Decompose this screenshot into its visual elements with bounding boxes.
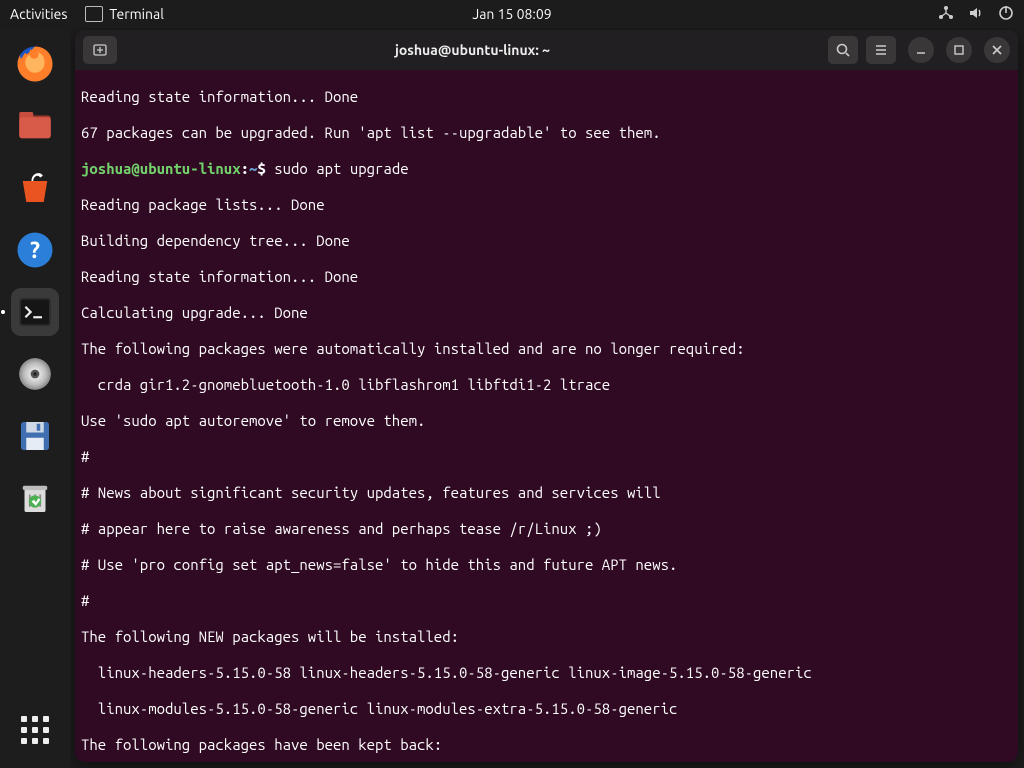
term-line: Calculating upgrade... Done — [75, 304, 1018, 322]
term-line: Use 'sudo apt autoremove' to remove them… — [75, 412, 1018, 430]
app-menu[interactable]: Terminal — [85, 6, 164, 22]
dock-help[interactable]: ? — [11, 226, 59, 274]
power-icon[interactable] — [998, 5, 1014, 24]
term-line: The following packages were automaticall… — [75, 340, 1018, 358]
clock[interactable]: Jan 15 08:09 — [472, 6, 551, 22]
term-line: # Use 'pro config set apt_news=false' to… — [75, 556, 1018, 574]
close-button[interactable] — [984, 37, 1010, 63]
new-tab-button[interactable] — [83, 36, 117, 64]
hamburger-menu-button[interactable] — [866, 36, 896, 64]
term-line: Reading package lists... Done — [75, 196, 1018, 214]
term-line: Reading state information... Done — [75, 88, 1018, 106]
dock-firefox[interactable] — [11, 40, 59, 88]
term-line: Building dependency tree... Done — [75, 232, 1018, 250]
prompt-user-host: joshua@ubuntu-linux — [81, 160, 241, 177]
search-button[interactable] — [828, 36, 858, 64]
dock-terminal[interactable] — [11, 288, 59, 336]
activities-button[interactable]: Activities — [10, 6, 67, 22]
terminal-window: joshua@ubuntu-linux: ~ Reading state inf… — [75, 30, 1018, 762]
volume-icon[interactable] — [968, 5, 984, 24]
apps-grid-icon — [21, 716, 49, 744]
term-line: Reading state information... Done — [75, 268, 1018, 286]
dock-software[interactable] — [11, 164, 59, 212]
svg-text:?: ? — [30, 238, 40, 263]
term-line: # — [75, 592, 1018, 610]
command-text: sudo apt upgrade — [266, 160, 409, 177]
term-line: 67 packages can be upgraded. Run 'apt li… — [75, 124, 1018, 142]
window-titlebar: joshua@ubuntu-linux: ~ — [75, 30, 1018, 70]
term-line: linux-modules-5.15.0-58-generic linux-mo… — [75, 700, 1018, 718]
ubuntu-dock: ? — [0, 28, 70, 768]
dock-trash[interactable] — [11, 474, 59, 522]
term-line: The following NEW packages will be insta… — [75, 628, 1018, 646]
term-line: The following packages have been kept ba… — [75, 736, 1018, 754]
term-line: # appear here to raise awareness and per… — [75, 520, 1018, 538]
app-menu-label: Terminal — [109, 6, 164, 22]
terminal-output[interactable]: Reading state information... Done 67 pac… — [75, 70, 1018, 762]
term-line: linux-headers-5.15.0-58 linux-headers-5.… — [75, 664, 1018, 682]
maximize-button[interactable] — [946, 37, 972, 63]
term-prompt-line: joshua@ubuntu-linux:~$ sudo apt upgrade — [75, 160, 1018, 178]
terminal-app-icon — [85, 6, 103, 22]
dock-disc[interactable] — [11, 350, 59, 398]
minimize-button[interactable] — [908, 37, 934, 63]
gnome-top-bar: Activities Terminal Jan 15 08:09 — [0, 0, 1024, 28]
dock-save[interactable] — [11, 412, 59, 460]
show-applications-button[interactable] — [11, 706, 59, 754]
window-title: joshua@ubuntu-linux: ~ — [125, 42, 820, 58]
term-line: # News about significant security update… — [75, 484, 1018, 502]
dock-files[interactable] — [11, 102, 59, 150]
term-line: # — [75, 448, 1018, 466]
term-line: crda gir1.2-gnomebluetooth-1.0 libflashr… — [75, 376, 1018, 394]
network-icon[interactable] — [938, 5, 954, 24]
